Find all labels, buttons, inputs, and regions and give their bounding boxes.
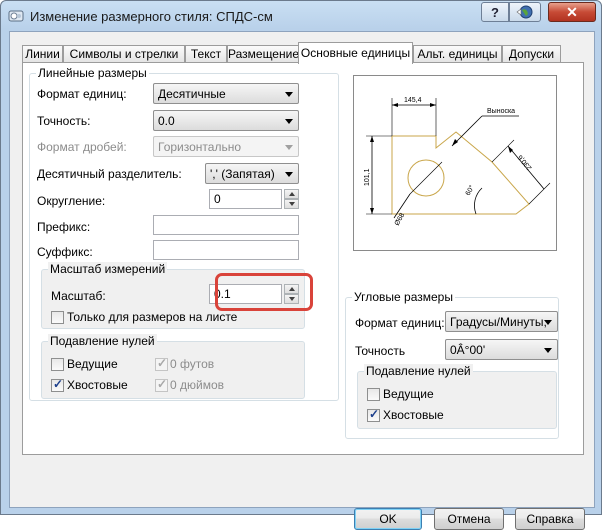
fraction-format-select[interactable]: Горизонтально (153, 136, 299, 157)
app-icon (8, 8, 24, 24)
roundoff-input[interactable]: 0 (209, 189, 282, 209)
fraction-format-label: Формат дробей: (37, 140, 127, 154)
dim-left-text: 101,1 (364, 168, 371, 186)
tab-lines[interactable]: Линии (22, 45, 63, 63)
layout-only-checkbox[interactable] (51, 311, 64, 324)
chevron-down-icon (544, 320, 552, 325)
chevron-down-icon (285, 92, 293, 97)
window-title: Изменение размерного стиля: СПДС-см (30, 9, 273, 24)
primary-units-panel: Линейные размеры Формат единиц: Десятичн… (22, 62, 584, 455)
zero-suppression-angular-title: Подавление нулей (364, 364, 473, 378)
trailing-zeros-label: Хвостовые (67, 378, 128, 392)
angular-unit-format-value: Градусы/Минуты, (450, 315, 547, 329)
prefix-input[interactable] (153, 215, 299, 235)
chevron-down-icon (285, 119, 293, 124)
leading-zeros-checkbox[interactable] (51, 358, 64, 371)
roundoff-value: 0 (214, 192, 221, 206)
angular-dimensions-title: Угловые размеры (352, 290, 455, 304)
zero-feet-label: 0 футов (170, 357, 215, 371)
scale-label: Масштаб: (51, 289, 106, 303)
chevron-down-icon (544, 348, 552, 353)
help-button[interactable]: Справка (515, 508, 585, 530)
unit-format-value: Десятичные (158, 87, 226, 101)
decimal-separator-value: ',' (Запятая) (210, 167, 275, 181)
tab-text[interactable]: Текст (185, 45, 227, 63)
angular-leading-zeros-checkbox[interactable] (367, 388, 380, 401)
precision-label: Точность: (37, 114, 91, 128)
dim-angle-text: 60° (464, 184, 476, 197)
roundoff-spinner[interactable] (284, 189, 299, 209)
unit-format-select[interactable]: Десятичные (153, 83, 299, 104)
spin-down-icon[interactable] (284, 199, 299, 209)
precision-value: 0.0 (158, 114, 175, 128)
angular-precision-select[interactable]: 0Â°00' (445, 339, 558, 360)
angular-trailing-zeros-label: Хвостовые (383, 408, 444, 422)
chevron-down-icon (285, 172, 293, 177)
fraction-format-value: Горизонтально (158, 140, 242, 154)
tab-fit[interactable]: Размещение (227, 45, 300, 63)
title-help-button[interactable]: ? (481, 2, 509, 22)
leader-text: Выноска (487, 108, 515, 115)
angular-unit-format-select[interactable]: Градусы/Минуты, (445, 311, 558, 332)
ok-button[interactable]: OK (354, 508, 422, 530)
dim-top-text: 145,4 (404, 97, 422, 104)
tab-primary-units[interactable]: Основные единицы (298, 42, 413, 64)
angular-leading-zeros-label: Ведущие (383, 387, 434, 401)
unit-format-label: Формат единиц: (37, 87, 127, 101)
zero-suppression-linear-title: Подавление нулей (48, 334, 157, 348)
dim-diag-text: 230,6 (517, 153, 534, 171)
close-button[interactable]: ✕ (548, 2, 596, 22)
dialog-window: Изменение размерного стиля: СПДС-см ? ✕ … (0, 0, 602, 530)
suffix-label: Суффикс: (37, 245, 93, 259)
dialog-body: Линии Символы и стрелки Текст Размещение… (9, 31, 595, 530)
decimal-separator-label: Десятичный разделитель: (37, 167, 182, 181)
suffix-input[interactable] (153, 240, 299, 260)
angular-precision-label: Точность (355, 344, 406, 358)
linear-dimensions-title: Линейные размеры (36, 66, 149, 80)
zero-feet-checkbox[interactable] (155, 356, 168, 371)
angular-precision-value: 0Â°00' (450, 343, 486, 357)
dimension-preview: 145,4 101,1 230,6 60° Ø68 Выноска (353, 75, 557, 251)
angular-unit-format-label: Формат единиц: (355, 316, 445, 330)
layout-only-label: Только для размеров на листе (67, 310, 238, 324)
scale-highlight (215, 273, 313, 311)
cancel-button[interactable]: Отмена (434, 508, 504, 530)
precision-select[interactable]: 0.0 (153, 110, 299, 131)
leading-zeros-label: Ведущие (67, 357, 118, 371)
roundoff-label: Округление: (37, 194, 106, 208)
angular-trailing-zeros-checkbox[interactable] (367, 407, 380, 422)
title-bar[interactable]: Изменение размерного стиля: СПДС-см ? ✕ (1, 1, 601, 31)
decimal-separator-select[interactable]: ',' (Запятая) (205, 163, 299, 184)
zero-inches-label: 0 дюймов (170, 378, 225, 392)
globe-icon[interactable] (509, 2, 541, 22)
tab-alternate-units[interactable]: Альт. единицы (413, 45, 502, 63)
zero-inches-checkbox[interactable] (155, 377, 168, 392)
measurement-scale-title: Масштаб измерений (48, 262, 168, 276)
tab-symbols-arrows[interactable]: Символы и стрелки (63, 45, 185, 63)
prefix-label: Префикс: (37, 220, 91, 234)
trailing-zeros-checkbox[interactable] (51, 377, 64, 392)
tab-tolerances[interactable]: Допуски (502, 45, 561, 63)
spin-up-icon[interactable] (284, 189, 299, 199)
chevron-down-icon (285, 145, 293, 150)
